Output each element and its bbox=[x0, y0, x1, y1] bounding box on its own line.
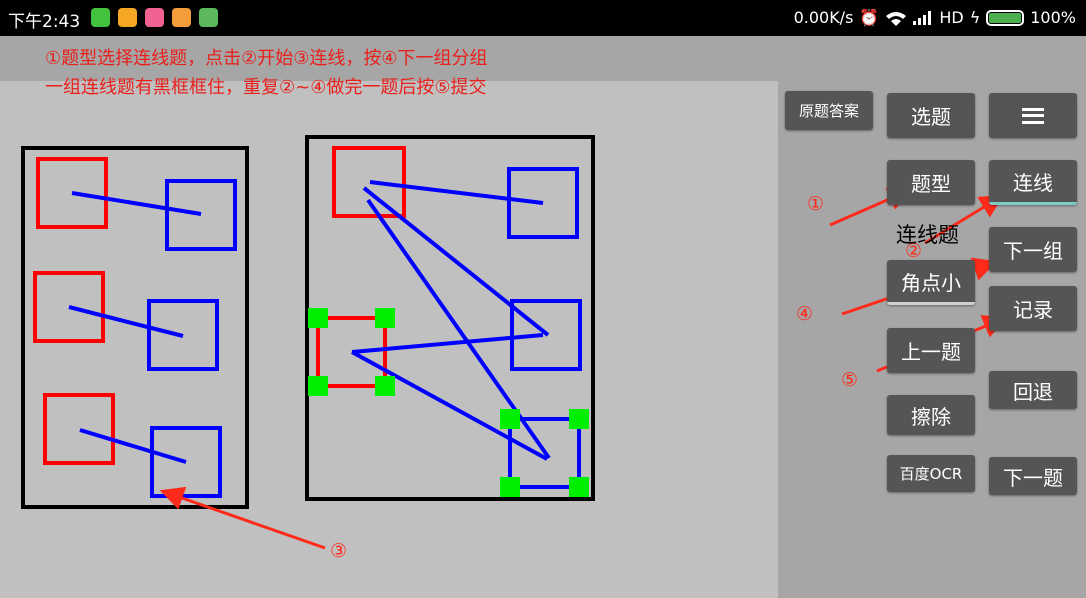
annotation-marker-1: ① bbox=[807, 193, 824, 215]
record-button[interactable]: 记录 bbox=[989, 286, 1077, 331]
right-item-box[interactable] bbox=[165, 179, 237, 251]
connect-line bbox=[351, 333, 544, 354]
question-type-button[interactable]: 题型 bbox=[887, 160, 975, 205]
corner-handle[interactable] bbox=[500, 409, 520, 429]
annotation-marker-5: ⑤ bbox=[841, 369, 858, 391]
selected-left-item-box[interactable] bbox=[316, 316, 387, 388]
corner-handle[interactable] bbox=[569, 477, 589, 497]
corner-handle[interactable] bbox=[569, 409, 589, 429]
corner-handle[interactable] bbox=[375, 308, 395, 328]
menu-button[interactable] bbox=[989, 93, 1077, 138]
annotation-marker-4: ④ bbox=[796, 303, 813, 325]
connect-line bbox=[68, 305, 184, 338]
connect-line bbox=[369, 180, 544, 205]
original-answer-button[interactable]: 原题答案 bbox=[785, 91, 873, 130]
next-question-button[interactable]: 下一题 bbox=[989, 457, 1077, 495]
left-item-box[interactable] bbox=[43, 393, 115, 465]
connect-line bbox=[71, 191, 202, 216]
corner-handle[interactable] bbox=[500, 477, 520, 497]
baidu-ocr-button[interactable]: 百度OCR bbox=[887, 455, 975, 492]
erase-button[interactable]: 擦除 bbox=[887, 395, 975, 435]
left-item-box[interactable] bbox=[332, 146, 406, 218]
previous-question-button[interactable]: 上一题 bbox=[887, 328, 975, 373]
corner-handle[interactable] bbox=[308, 308, 328, 328]
annotation-marker-3: ③ bbox=[330, 540, 347, 562]
next-group-button[interactable]: 下一组 bbox=[989, 227, 1077, 272]
question-type-label: 连线题 bbox=[896, 223, 959, 247]
undo-button[interactable]: 回退 bbox=[989, 371, 1077, 409]
annotation-arrow-3 bbox=[159, 486, 326, 550]
corner-handle[interactable] bbox=[375, 376, 395, 396]
corner-handle[interactable] bbox=[308, 376, 328, 396]
menu-icon bbox=[1022, 107, 1044, 124]
connect-button[interactable]: 连线 bbox=[989, 160, 1077, 205]
select-question-button[interactable]: 选题 bbox=[887, 93, 975, 138]
corner-small-button[interactable]: 角点小 bbox=[887, 260, 975, 305]
connect-line bbox=[79, 428, 187, 464]
